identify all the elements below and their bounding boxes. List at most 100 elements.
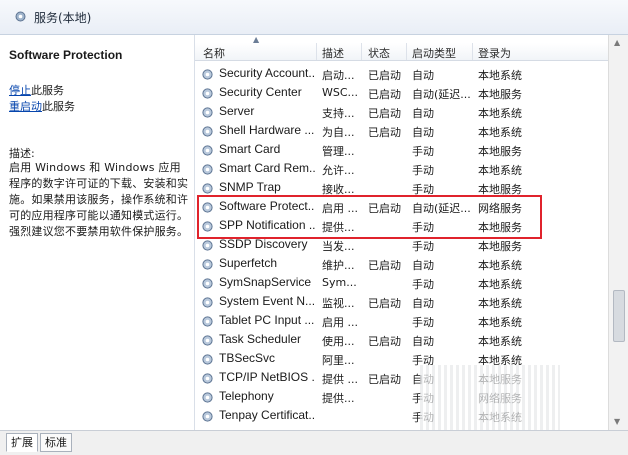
service-gear-icon [202, 354, 213, 365]
sort-ascending-icon: ▲ [253, 35, 260, 44]
service-gear-icon [202, 183, 213, 194]
service-logon-as: 本地系统 [478, 107, 522, 120]
service-description-cell: 允许... [322, 164, 355, 177]
service-gear-icon [202, 335, 213, 346]
column-header-row: ▲ 名称 描述 状态 启动类型 登录为 [195, 35, 608, 61]
service-description-cell: WSC... [322, 86, 359, 99]
title-bar: 服务(本地) [0, 0, 628, 35]
service-row[interactable]: Server 支持... 已启动 自动 本地系统 [195, 103, 608, 122]
service-row[interactable]: Task Scheduler 使用... 已启动 自动 本地系统 [195, 331, 608, 350]
service-row[interactable]: Superfetch 维护... 已启动 自动 本地系统 [195, 255, 608, 274]
service-logon-as: 本地系统 [478, 278, 522, 291]
service-description-cell: 当发... [322, 240, 355, 253]
service-description-cell: 为自... [322, 126, 355, 139]
services-icon [15, 11, 26, 22]
service-row[interactable]: Shell Hardware ... 为自... 已启动 自动 本地系统 [195, 122, 608, 141]
service-name: Shell Hardware ... [219, 123, 315, 137]
service-name: TCP/IP NetBIOS ... [219, 370, 315, 384]
description-label: 描述: [9, 147, 35, 160]
column-header-status[interactable]: 状态 [368, 45, 390, 61]
service-startup-type: 手动 [412, 145, 434, 158]
service-row[interactable]: SymSnapService Sym... 手动 本地系统 [195, 274, 608, 293]
service-status: 已启动 [368, 69, 401, 82]
service-status: 已启动 [368, 107, 401, 120]
service-gear-icon [202, 316, 213, 327]
service-status: 已启动 [368, 259, 401, 272]
service-startup-type: 手动 [412, 316, 434, 329]
service-gear-icon [202, 392, 213, 403]
column-separator[interactable] [316, 43, 317, 60]
service-gear-icon [202, 411, 213, 422]
service-row[interactable]: Tablet PC Input ... 启用 ... 手动 本地系统 [195, 312, 608, 331]
service-gear-icon [202, 240, 213, 251]
restart-service-line: 重启动此服务 [9, 98, 75, 114]
service-description-cell: 支持... [322, 107, 355, 120]
stop-service-line: 停止此服务 [9, 82, 64, 98]
service-gear-icon [202, 69, 213, 80]
service-logon-as: 本地服务 [478, 145, 522, 158]
service-row[interactable]: Security Account... 启动... 已启动 自动 本地系统 [195, 65, 608, 84]
service-name: Security Account... [219, 66, 315, 80]
service-name: Tablet PC Input ... [219, 313, 315, 327]
tab-extended[interactable]: 扩展 [6, 433, 38, 452]
service-name: SSDP Discovery [219, 237, 308, 251]
service-gear-icon [202, 88, 213, 99]
service-status: 已启动 [368, 126, 401, 139]
service-row[interactable]: Smart Card 管理... 手动 本地服务 [195, 141, 608, 160]
service-startup-type: 自动 [412, 69, 434, 82]
scrollbar-thumb[interactable] [613, 290, 625, 342]
service-row[interactable]: System Event N... 监视... 已启动 自动 本地系统 [195, 293, 608, 312]
service-row[interactable]: Smart Card Rem... 允许... 手动 本地系统 [195, 160, 608, 179]
service-startup-type: 手动 [412, 164, 434, 177]
column-separator[interactable] [361, 43, 362, 60]
service-startup-type: 自动 [412, 335, 434, 348]
service-description-cell: Sym... [322, 276, 357, 289]
service-description-cell: 启用 ... [322, 316, 358, 329]
service-startup-type: 自动 [412, 259, 434, 272]
scroll-down-icon[interactable]: ▼ [614, 417, 620, 426]
column-header-name[interactable]: 名称 [203, 45, 225, 61]
column-header-logon-as[interactable]: 登录为 [478, 45, 511, 61]
service-gear-icon [202, 373, 213, 384]
column-header-description[interactable]: 描述 [322, 45, 344, 61]
restart-service-link[interactable]: 重启动 [9, 100, 42, 113]
service-gear-icon [202, 107, 213, 118]
restart-service-suffix: 此服务 [42, 100, 75, 113]
tab-standard[interactable]: 标准 [40, 433, 72, 452]
column-separator[interactable] [472, 43, 473, 60]
service-name: Smart Card [219, 142, 281, 156]
service-status: 已启动 [368, 88, 401, 101]
service-description-cell: 监视... [322, 297, 355, 310]
service-startup-type: 手动 [412, 278, 434, 291]
service-status: 已启动 [368, 335, 401, 348]
service-name: Task Scheduler [219, 332, 302, 346]
column-separator[interactable] [406, 43, 407, 60]
service-logon-as: 本地系统 [478, 316, 522, 329]
service-gear-icon [202, 278, 213, 289]
vertical-scrollbar[interactable]: ▲ ▼ [608, 35, 628, 430]
watermark-blur [420, 365, 560, 430]
service-name: TBSecSvc [219, 351, 276, 365]
service-name: Telephony [219, 389, 274, 403]
service-logon-as: 本地服务 [478, 240, 522, 253]
service-name: Superfetch [219, 256, 278, 270]
service-description-cell: 维护... [322, 259, 355, 272]
service-name: SNMP Trap [219, 180, 281, 194]
highlight-annotation-box [197, 195, 542, 239]
service-status: 已启动 [368, 373, 401, 386]
service-description-cell: 提供 ... [322, 373, 358, 386]
window-title: 服务(本地) [34, 11, 92, 25]
scroll-up-icon[interactable]: ▲ [614, 38, 620, 47]
service-description: 启用 Windows 和 Windows 应用程序的数字许可证的下载、安装和实施… [9, 161, 189, 238]
stop-service-link[interactable]: 停止 [9, 84, 31, 97]
service-description-cell: 管理... [322, 145, 355, 158]
service-row[interactable]: Security Center WSC... 已启动 自动(延迟... 本地服务 [195, 84, 608, 103]
service-name: Tenpay Certificat... [219, 408, 315, 422]
service-logon-as: 本地系统 [478, 126, 522, 139]
service-startup-type: 自动(延迟... [412, 88, 470, 101]
service-status: 已启动 [368, 297, 401, 310]
service-startup-type: 自动 [412, 126, 434, 139]
service-startup-type: 手动 [412, 240, 434, 253]
column-header-startup-type[interactable]: 启动类型 [412, 45, 456, 61]
service-logon-as: 本地系统 [478, 259, 522, 272]
